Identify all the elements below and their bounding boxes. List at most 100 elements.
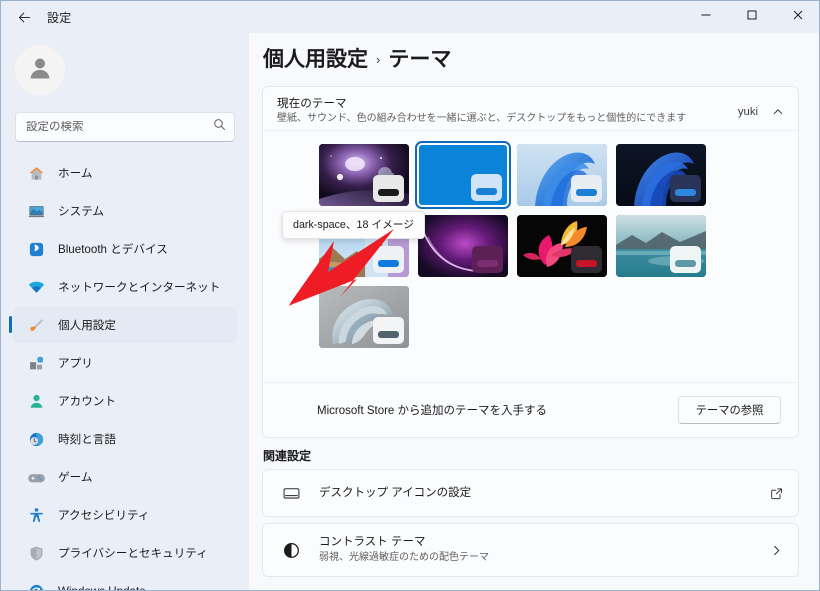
window-title: 設定 xyxy=(47,10,72,25)
current-theme-title: 現在のテーマ xyxy=(277,97,347,110)
sidebar-item-privacy-security[interactable]: プライバシーとセキュリティ xyxy=(13,535,237,571)
window-preview xyxy=(670,175,701,202)
theme-thumbnail-captured-motion[interactable] xyxy=(616,215,706,277)
window-preview xyxy=(373,246,404,273)
sidebar-item-apps[interactable]: アプリ xyxy=(13,345,237,381)
sidebar-item-label: プライバシーとセキュリティ xyxy=(58,547,208,560)
theme-thumbnail-windows-light[interactable] xyxy=(415,141,511,209)
theme-tooltip: dark-space、18 イメージ xyxy=(282,211,425,239)
breadcrumb: 個人用設定 › テーマ xyxy=(263,43,451,73)
shield-icon xyxy=(27,544,45,562)
sidebar-item-home[interactable]: ホーム xyxy=(13,155,237,191)
window-preview xyxy=(571,246,602,273)
sidebar-item-accounts[interactable]: アカウント xyxy=(13,383,237,419)
theme-thumbnail-glow[interactable] xyxy=(418,215,508,277)
current-theme-header[interactable]: 現在のテーマ 壁紙、サウンド、色の組み合わせを一緒に選ぶと、デスクトップをもっと… xyxy=(263,87,798,131)
maximize-icon xyxy=(746,8,758,26)
current-theme-card: 現在のテーマ 壁紙、サウンド、色の組み合わせを一緒に選ぶと、デスクトップをもっと… xyxy=(262,86,799,438)
maximize-button[interactable] xyxy=(729,1,775,33)
browse-themes-button[interactable]: テーマの参照 xyxy=(678,396,781,424)
theme-thumbnail-area: dark-space、18 イメージ xyxy=(263,131,798,348)
settings-window: 設定 設定の検索 ホーム システム Bluetooth とデバイス ネットワーク… xyxy=(0,0,820,591)
sidebar-item-label: Bluetooth とデバイス xyxy=(58,243,168,256)
update-icon xyxy=(27,582,45,590)
breadcrumb-separator: › xyxy=(376,52,381,67)
system-icon xyxy=(27,202,45,220)
user-avatar-icon xyxy=(25,53,55,88)
current-theme-header-right: yuki xyxy=(738,93,786,120)
store-row: Microsoft Store から追加のテーマを入手する テーマの参照 xyxy=(263,382,798,437)
theme-grid xyxy=(319,141,706,348)
sidebar-item-network[interactable]: ネットワークとインターネット xyxy=(13,269,237,305)
sidebar: ホーム システム xyxy=(1,33,249,591)
breadcrumb-root[interactable]: 個人用設定 xyxy=(263,43,368,73)
row-title: デスクトップ アイコンの設定 xyxy=(319,486,472,499)
sidebar-item-label: Windows Update xyxy=(58,584,146,591)
contrast-icon xyxy=(281,540,301,560)
minimize-button[interactable] xyxy=(683,1,729,33)
back-button[interactable] xyxy=(7,2,41,32)
sidebar-item-personalization[interactable]: 個人用設定 xyxy=(9,307,237,343)
gamepad-icon xyxy=(27,468,45,486)
clock-icon xyxy=(27,430,45,448)
theme-thumbnail-flow[interactable] xyxy=(517,215,607,277)
related-settings-title: 関連設定 xyxy=(263,449,312,463)
desktop-monitor-icon xyxy=(281,483,301,503)
search-box[interactable] xyxy=(15,112,235,142)
sidebar-item-system[interactable]: システム xyxy=(13,193,237,229)
sidebar-item-label: ネットワークとインターネット xyxy=(58,281,221,294)
current-theme-subtitle: 壁紙、サウンド、色の組み合わせを一緒に選ぶと、デスクトップをもっと個性的にできま… xyxy=(277,113,687,124)
window-preview xyxy=(670,246,701,273)
contrast-themes-card: コントラスト テーマ 弱視、光線過敏症のための配色テーマ xyxy=(262,523,799,577)
accessibility-icon xyxy=(27,506,45,524)
contrast-themes-row[interactable]: コントラスト テーマ 弱視、光線過敏症のための配色テーマ xyxy=(263,524,798,576)
search-icon xyxy=(213,118,226,136)
sidebar-nav: ホーム システム Bluetooth とデバイス ネットワークとインターネット … xyxy=(1,155,249,591)
sidebar-item-label: アクセシビリティ xyxy=(58,509,150,522)
apps-icon xyxy=(27,354,45,372)
current-theme-texts: 現在のテーマ 壁紙、サウンド、色の組み合わせを一緒に選ぶと、デスクトップをもっと… xyxy=(277,93,738,126)
desktop-icon-settings-row[interactable]: デスクトップ アイコンの設定 xyxy=(263,470,798,516)
window-preview xyxy=(373,317,404,344)
row-texts: コントラスト テーマ 弱視、光線過敏症のための配色テーマ xyxy=(319,535,770,565)
content-area: 個人用設定 › テーマ 現在のテーマ 壁紙、サウンド、色の組み合わせを一緒に選ぶ… xyxy=(249,33,819,590)
sidebar-item-label: システム xyxy=(58,205,105,218)
close-icon xyxy=(792,8,804,26)
row-texts: デスクトップ アイコンの設定 xyxy=(319,486,770,501)
desktop-icon-settings-card: デスクトップ アイコンの設定 xyxy=(262,469,799,517)
paintbrush-icon xyxy=(27,316,45,334)
sidebar-item-time-language[interactable]: 時刻と言語 xyxy=(13,421,237,457)
store-text: Microsoft Store から追加のテーマを入手する xyxy=(317,405,548,417)
theme-thumbnail-bloom-dark[interactable] xyxy=(616,144,706,206)
sidebar-item-label: アプリ xyxy=(58,357,93,370)
sidebar-item-label: 時刻と言語 xyxy=(58,433,116,446)
search-input[interactable] xyxy=(26,121,213,133)
wifi-icon xyxy=(27,278,45,296)
sidebar-item-gaming[interactable]: ゲーム xyxy=(13,459,237,495)
close-button[interactable] xyxy=(775,1,819,33)
sidebar-item-label: 個人用設定 xyxy=(58,319,116,332)
account-name: yuki xyxy=(737,106,758,118)
account-icon xyxy=(27,392,45,410)
window-preview xyxy=(471,174,502,201)
chevron-right-icon xyxy=(770,544,783,557)
sidebar-item-label: アカウント xyxy=(58,395,116,408)
sidebar-item-label: ゲーム xyxy=(58,471,93,484)
external-link-icon xyxy=(770,487,783,500)
page-title: テーマ xyxy=(388,48,452,71)
theme-thumbnail-bloom-light[interactable] xyxy=(517,144,607,206)
row-title: コントラスト テーマ xyxy=(319,536,426,548)
window-preview xyxy=(571,175,602,202)
sidebar-item-bluetooth[interactable]: Bluetooth とデバイス xyxy=(13,231,237,267)
theme-thumbnail-sunrise[interactable] xyxy=(319,286,409,348)
chevron-up-icon[interactable] xyxy=(770,104,786,120)
search-wrapper xyxy=(15,112,235,142)
avatar[interactable] xyxy=(15,45,65,95)
theme-thumbnail-dark-space[interactable] xyxy=(319,144,409,206)
home-icon xyxy=(27,164,45,182)
sidebar-item-label: ホーム xyxy=(58,167,93,180)
row-subtitle: 弱視、光線過敏症のための配色テーマ xyxy=(319,552,489,563)
sidebar-item-accessibility[interactable]: アクセシビリティ xyxy=(13,497,237,533)
sidebar-item-windows-update[interactable]: Windows Update xyxy=(13,573,237,591)
title-bar: 設定 xyxy=(1,1,819,33)
